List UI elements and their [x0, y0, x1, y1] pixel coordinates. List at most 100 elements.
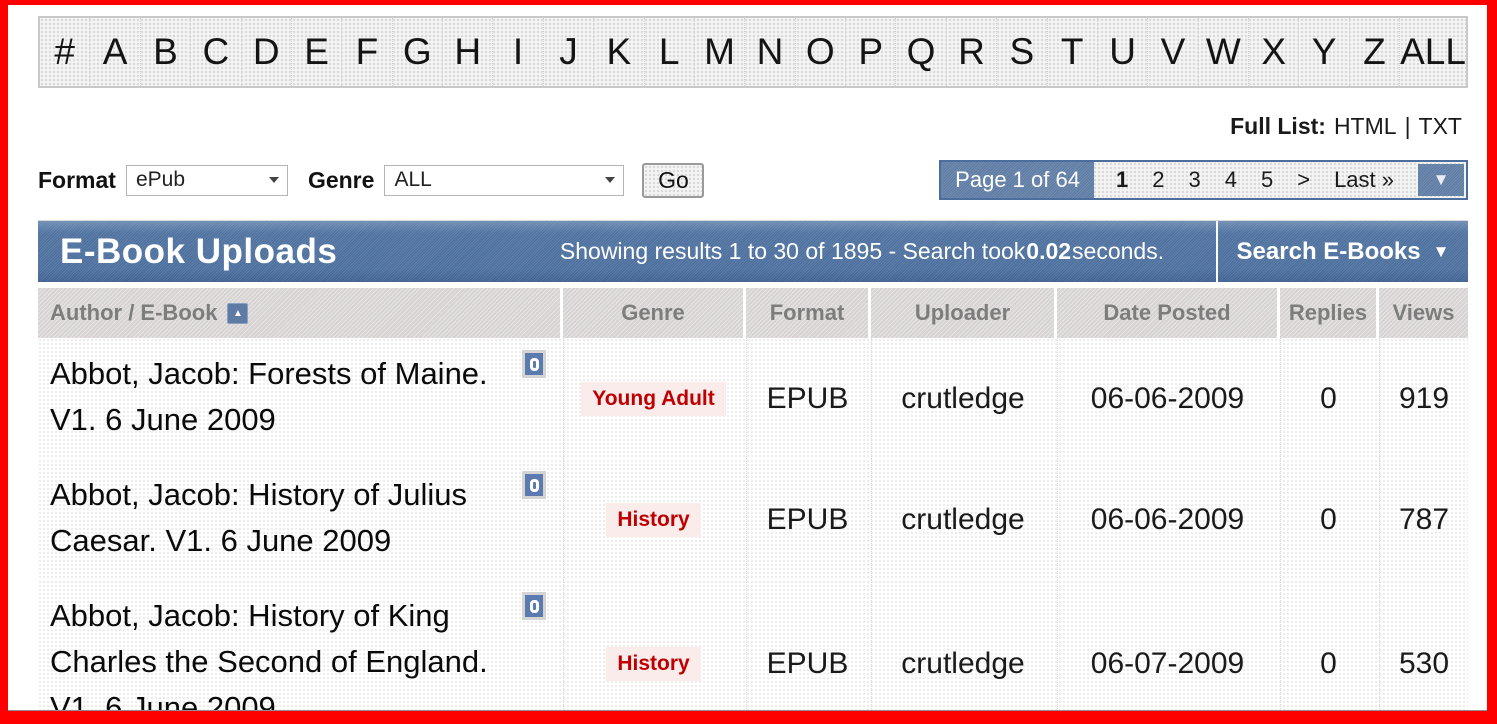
genre-select[interactable]: ALL — [384, 164, 625, 196]
pagination-page-2[interactable]: 2 — [1140, 167, 1176, 192]
ebook-title-link[interactable]: Abbot, Jacob: History of Julius Caesar. … — [50, 472, 494, 564]
alphabet-link-Y[interactable]: Y — [1298, 18, 1348, 86]
alphabet-link-F[interactable]: F — [341, 18, 391, 86]
uploader-link[interactable]: crutledge — [901, 647, 1024, 681]
alphabet-link-A[interactable]: A — [89, 18, 139, 86]
alphabet-link-ALL[interactable]: ALL — [1399, 18, 1466, 86]
column-header-views[interactable]: Views — [1379, 288, 1468, 338]
document-glyph — [529, 478, 539, 492]
alphabet-link-V[interactable]: V — [1147, 18, 1197, 86]
alphabet-link-I[interactable]: I — [492, 18, 542, 86]
pagination: Page 1 of 64 12345 > Last » ▼ — [939, 160, 1468, 200]
alphabet-link-C[interactable]: C — [190, 18, 240, 86]
alphabet-link-J[interactable]: J — [542, 18, 593, 86]
alphabet-link-D[interactable]: D — [240, 18, 291, 86]
format-label: Format — [38, 166, 116, 193]
alphabet-link-M[interactable]: M — [693, 18, 744, 86]
column-header-format[interactable]: Format — [746, 288, 868, 338]
alphabet-link-Q[interactable]: Q — [895, 18, 945, 86]
uploader-link[interactable]: crutledge — [901, 382, 1024, 416]
search-ebooks-menu[interactable]: Search E-Books ▼ — [1216, 221, 1468, 282]
alphabet-link-E[interactable]: E — [290, 18, 341, 86]
pagination-page-5[interactable]: 5 — [1249, 167, 1285, 192]
genre-link[interactable]: History — [606, 646, 701, 681]
chevron-down-icon — [268, 177, 279, 183]
alphabet-link-W[interactable]: W — [1197, 18, 1248, 86]
table-row: Abbot, Jacob: History of King Charles th… — [38, 580, 1468, 710]
cell-author-ebook: Abbot, Jacob: History of Julius Caesar. … — [38, 459, 560, 580]
page-content: # A B C D E F G H I J K L M N O P Q R S T U V W X Y Z ALL Full List… — [8, 5, 1487, 710]
document-icon[interactable] — [522, 592, 546, 620]
table-row: Abbot, Jacob: History of Julius Caesar. … — [38, 459, 1468, 580]
go-button[interactable]: Go — [642, 162, 705, 198]
alphabet-link-N[interactable]: N — [744, 18, 794, 86]
replies-value: 0 — [1320, 381, 1337, 415]
table-row: Abbot, Jacob: Forests of Maine. V1. 6 Ju… — [38, 338, 1468, 459]
search-ebooks-label: Search E-Books — [1236, 237, 1421, 265]
cell-replies: 0 — [1280, 580, 1376, 710]
alphabet-link-S[interactable]: S — [996, 18, 1046, 86]
column-header-uploader[interactable]: Uploader — [871, 288, 1054, 338]
alphabet-link-B[interactable]: B — [139, 18, 190, 86]
alphabet-link-P[interactable]: P — [845, 18, 895, 86]
cell-replies: 0 — [1280, 459, 1376, 580]
alphabet-link-O[interactable]: O — [794, 18, 845, 86]
ebook-title-link[interactable]: Abbot, Jacob: History of King Charles th… — [50, 593, 494, 710]
alphabet-link-Z[interactable]: Z — [1348, 18, 1399, 86]
format-select-value: ePub — [135, 168, 185, 191]
full-list-separator: | — [1404, 113, 1411, 139]
document-glyph — [529, 357, 539, 371]
cell-replies: 0 — [1280, 338, 1376, 459]
genre-link[interactable]: Young Adult — [581, 381, 726, 416]
views-value: 919 — [1398, 381, 1450, 415]
alphabet-link-G[interactable]: G — [391, 18, 442, 86]
results-summary-suffix: seconds. — [1072, 238, 1165, 264]
pagination-dropdown-button[interactable]: ▼ — [1418, 164, 1464, 196]
cell-uploader: crutledge — [871, 580, 1054, 710]
column-header-author-ebook[interactable]: Author / E-Book ▲ — [38, 288, 560, 338]
cell-author-ebook: Abbot, Jacob: History of King Charles th… — [38, 580, 560, 710]
pagination-page-1[interactable]: 1 — [1104, 167, 1140, 192]
full-list-txt-link[interactable]: TXT — [1419, 113, 1462, 139]
format-value: EPUB — [766, 646, 849, 680]
date-posted-value: 06-07-2009 — [1090, 646, 1245, 680]
list-header-bar: E-Book Uploads Showing results 1 to 30 o… — [38, 220, 1468, 282]
pagination-next-button[interactable]: > — [1285, 167, 1322, 193]
cell-uploader: crutledge — [871, 459, 1054, 580]
document-icon[interactable] — [522, 471, 546, 499]
ebook-title-link[interactable]: Abbot, Jacob: Forests of Maine. V1. 6 Ju… — [50, 351, 494, 443]
cell-views: 919 — [1379, 338, 1468, 459]
document-icon[interactable] — [522, 350, 546, 378]
alphabet-link-H[interactable]: H — [442, 18, 492, 86]
alphabet-link-U[interactable]: U — [1096, 18, 1147, 86]
page-title: E-Book Uploads — [60, 231, 338, 271]
document-glyph — [529, 599, 539, 613]
genre-link[interactable]: History — [606, 502, 701, 537]
cell-uploader: crutledge — [871, 338, 1054, 459]
pagination-last-button[interactable]: Last » — [1322, 167, 1406, 193]
format-value: EPUB — [766, 381, 849, 415]
full-list-html-link[interactable]: HTML — [1334, 113, 1397, 139]
format-select[interactable]: ePub — [125, 164, 288, 196]
column-header-date-posted[interactable]: Date Posted — [1057, 288, 1277, 338]
pagination-pages: 12345 — [1104, 167, 1285, 193]
cell-date-posted: 06-06-2009 — [1057, 338, 1277, 459]
pagination-page-3[interactable]: 3 — [1176, 167, 1212, 192]
alphabet-link-L[interactable]: L — [643, 18, 694, 86]
alphabet-link-#[interactable]: # — [40, 18, 89, 86]
chevron-down-icon: ▼ — [1432, 170, 1450, 189]
table-header-row: Author / E-Book ▲ Genre Format Uploader … — [38, 288, 1468, 338]
alphabet-link-X[interactable]: X — [1248, 18, 1298, 86]
replies-value: 0 — [1320, 646, 1337, 680]
cell-views: 787 — [1379, 459, 1468, 580]
alphabet-link-T[interactable]: T — [1046, 18, 1097, 86]
column-header-genre[interactable]: Genre — [563, 288, 743, 338]
column-header-replies[interactable]: Replies — [1280, 288, 1376, 338]
cell-format: EPUB — [746, 338, 868, 459]
uploader-link[interactable]: crutledge — [901, 503, 1024, 537]
sort-ascending-icon[interactable]: ▲ — [227, 302, 249, 324]
alphabet-link-K[interactable]: K — [593, 18, 643, 86]
pagination-page-4[interactable]: 4 — [1213, 167, 1249, 192]
alphabet-link-R[interactable]: R — [945, 18, 996, 86]
cell-views: 530 — [1379, 580, 1468, 710]
